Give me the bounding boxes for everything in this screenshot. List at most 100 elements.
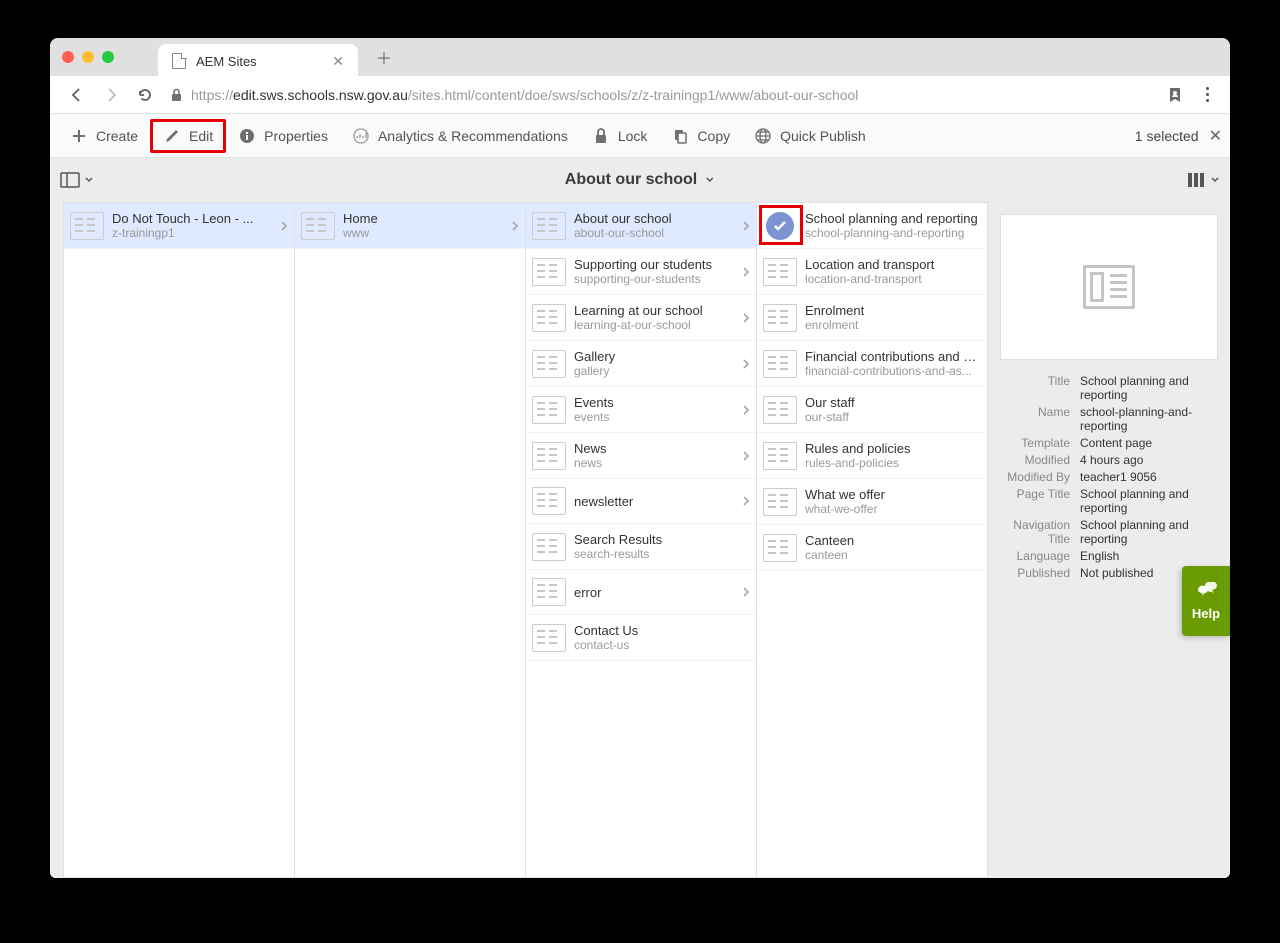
page-thumb-icon[interactable]	[532, 258, 566, 286]
page-thumb-icon[interactable]	[532, 624, 566, 652]
item-name: gallery	[574, 364, 738, 378]
item-name: school-planning-and-reporting	[805, 226, 981, 240]
address-bar[interactable]: https://edit.sws.schools.nsw.gov.au/site…	[170, 87, 1148, 103]
page-item[interactable]: School planning and reportingschool-plan…	[757, 203, 987, 249]
mac-maximize-button[interactable]	[102, 51, 114, 63]
property-label: Template	[1000, 436, 1080, 450]
property-row: TitleSchool planning and reporting	[1000, 374, 1218, 402]
page-thumb-icon[interactable]	[301, 212, 335, 240]
property-row: Modified Byteacher1 9056	[1000, 470, 1218, 484]
checkmark-icon[interactable]	[766, 212, 794, 240]
lock-button[interactable]: Lock	[580, 120, 660, 152]
page-item[interactable]: Do Not Touch - Leon - ...z-trainingp1	[64, 203, 294, 249]
item-title: Enrolment	[805, 303, 981, 318]
item-name: about-our-school	[574, 226, 738, 240]
page-thumb-icon[interactable]	[532, 487, 566, 515]
property-label: Navigation Title	[1000, 518, 1080, 546]
page-thumb-icon[interactable]	[763, 488, 797, 516]
property-value: teacher1 9056	[1080, 470, 1218, 484]
create-button[interactable]: Create	[58, 120, 150, 152]
item-title: About our school	[574, 211, 738, 226]
quick-publish-button[interactable]: Quick Publish	[742, 120, 878, 152]
page-thumb-icon[interactable]	[532, 533, 566, 561]
page-thumb-icon[interactable]	[70, 212, 104, 240]
breadcrumb-title[interactable]: About our school	[565, 171, 715, 189]
item-title: Financial contributions and as...	[805, 349, 981, 364]
lock-icon	[170, 88, 183, 102]
item-title: School planning and reporting	[805, 211, 981, 226]
back-button[interactable]	[63, 81, 91, 109]
mac-close-button[interactable]	[62, 51, 74, 63]
page-item[interactable]: error	[526, 570, 756, 615]
page-thumb-icon[interactable]	[532, 350, 566, 378]
help-widget[interactable]: Help	[1182, 566, 1230, 636]
copy-button[interactable]: Copy	[659, 120, 742, 152]
page-thumb-icon[interactable]	[532, 442, 566, 470]
page-item[interactable]: Eventsevents	[526, 387, 756, 433]
page-thumb-icon[interactable]	[763, 350, 797, 378]
mac-minimize-button[interactable]	[82, 51, 94, 63]
property-label: Language	[1000, 549, 1080, 563]
analytics-button[interactable]: Analytics & Recommendations	[340, 120, 580, 152]
page-item[interactable]: Location and transportlocation-and-trans…	[757, 249, 987, 295]
page-item[interactable]: Financial contributions and as...financi…	[757, 341, 987, 387]
close-tab-icon[interactable]: ✕	[332, 53, 344, 70]
item-name: learning-at-our-school	[574, 318, 738, 332]
chevron-right-icon	[742, 450, 750, 462]
new-tab-button[interactable]: ＋	[376, 45, 392, 69]
property-label: Published	[1000, 566, 1080, 580]
item-name: www	[343, 226, 507, 240]
clear-selection-button[interactable]: ✕	[1209, 126, 1222, 146]
page-item[interactable]: Rules and policiesrules-and-policies	[757, 433, 987, 479]
lock-icon	[592, 127, 610, 145]
page-item[interactable]: Gallerygallery	[526, 341, 756, 387]
properties-list: TitleSchool planning and reportingNamesc…	[1000, 374, 1218, 580]
property-label: Title	[1000, 374, 1080, 402]
item-name: z-trainingp1	[112, 226, 276, 240]
properties-button[interactable]: Properties	[226, 120, 340, 152]
page-item[interactable]: Learning at our schoollearning-at-our-sc…	[526, 295, 756, 341]
browser-tab[interactable]: AEM Sites ✕	[158, 44, 358, 78]
page-item[interactable]: Canteencanteen	[757, 525, 987, 571]
forward-button[interactable]	[97, 81, 125, 109]
page-template-icon	[1083, 265, 1135, 309]
window-titlebar: AEM Sites ✕ ＋	[50, 38, 1230, 76]
page-item[interactable]: Our staffour-staff	[757, 387, 987, 433]
url-bar: https://edit.sws.schools.nsw.gov.au/site…	[50, 76, 1230, 114]
item-title: Events	[574, 395, 738, 410]
page-item[interactable]: Enrolmentenrolment	[757, 295, 987, 341]
page-item[interactable]: Homewww	[295, 203, 525, 249]
page-item[interactable]: Newsnews	[526, 433, 756, 479]
page-thumb-icon[interactable]	[532, 578, 566, 606]
page-thumb-icon[interactable]	[532, 396, 566, 424]
page-thumb-icon[interactable]	[763, 258, 797, 286]
item-name: contact-us	[574, 638, 750, 652]
page-item[interactable]: What we offerwhat-we-offer	[757, 479, 987, 525]
item-name: supporting-our-students	[574, 272, 738, 286]
item-title: Location and transport	[805, 257, 981, 272]
page-thumb-icon[interactable]	[763, 442, 797, 470]
page-item[interactable]: Supporting our studentssupporting-our-st…	[526, 249, 756, 295]
pencil-icon	[163, 127, 181, 145]
page-item[interactable]: About our schoolabout-our-school	[526, 203, 756, 249]
view-switcher[interactable]	[1188, 172, 1220, 188]
reload-button[interactable]	[131, 81, 159, 109]
page-thumb-icon[interactable]	[532, 304, 566, 332]
page-thumb-icon[interactable]	[763, 396, 797, 424]
chevron-right-icon	[742, 266, 750, 278]
item-name: financial-contributions-and-as...	[805, 364, 981, 378]
menu-button[interactable]	[1194, 82, 1220, 108]
page-item[interactable]: Contact Uscontact-us	[526, 615, 756, 661]
page-item[interactable]: Search Resultssearch-results	[526, 524, 756, 570]
page-thumb-icon[interactable]	[532, 212, 566, 240]
item-title: What we offer	[805, 487, 981, 502]
item-name: our-staff	[805, 410, 981, 424]
profile-icon[interactable]	[1162, 82, 1188, 108]
edit-button[interactable]: Edit	[150, 119, 226, 153]
analytics-icon	[352, 127, 370, 145]
rail-toggle[interactable]	[60, 172, 94, 188]
page-thumb-icon[interactable]	[763, 534, 797, 562]
item-title: Do Not Touch - Leon - ...	[112, 211, 276, 226]
page-item[interactable]: newsletter	[526, 479, 756, 524]
page-thumb-icon[interactable]	[763, 304, 797, 332]
